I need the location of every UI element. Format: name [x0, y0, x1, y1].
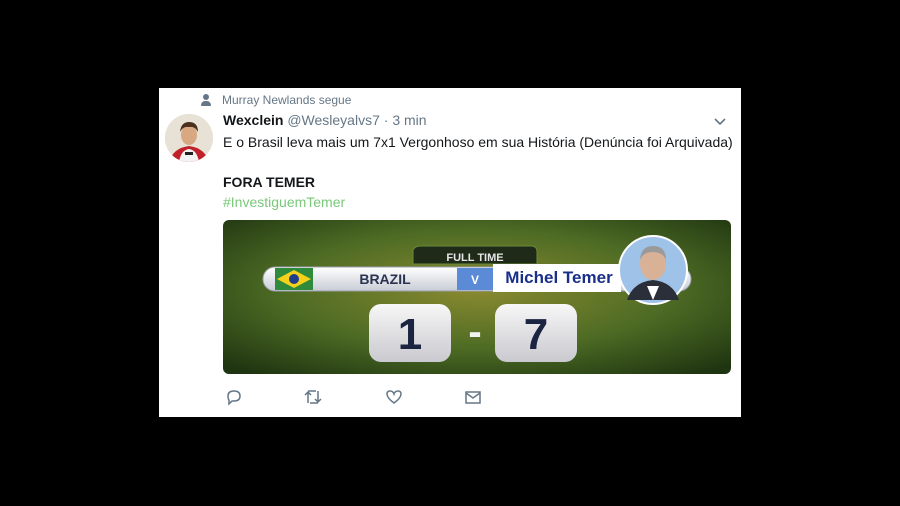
separator-dot: ·: [383, 112, 389, 128]
tweet-text-line: E o Brasil leva mais um 7x1 Vergonhoso e…: [223, 134, 733, 150]
dm-icon[interactable]: [464, 388, 482, 406]
author-name[interactable]: Wexclein: [223, 112, 283, 128]
tweet-card: Murray Newlands segue Wexclein @Wesleyal…: [159, 88, 741, 417]
tweet-timestamp[interactable]: 3 min: [392, 112, 426, 128]
avatar[interactable]: [165, 114, 213, 162]
social-context-text: Murray Newlands segue: [222, 93, 352, 107]
author-handle[interactable]: @Wesleyalvs7: [287, 112, 380, 128]
tweet-header: Wexclein @Wesleyalvs7 · 3 min: [223, 112, 427, 128]
hashtag-link[interactable]: #InvestiguemTemer: [223, 192, 733, 212]
tweet-text-bold: FORA TEMER: [223, 174, 316, 190]
versus-label: V: [471, 273, 479, 287]
person-icon: [201, 94, 211, 106]
tweet-text: E o Brasil leva mais um 7x1 Vergonhoso e…: [223, 132, 733, 212]
score-home-box: 1: [369, 304, 451, 362]
team-away: Michel Temer: [505, 268, 613, 287]
full-time-label: FULL TIME: [446, 252, 503, 264]
score-away: 7: [524, 310, 548, 359]
temer-portrait: [618, 235, 688, 305]
like-icon[interactable]: [385, 388, 403, 406]
team-home: BRAZIL: [359, 271, 411, 287]
score-dash: -: [468, 310, 481, 354]
tweet-image[interactable]: FULL TIME BRAZIL V Michel Temer 1 - 7: [223, 220, 731, 374]
score-home: 1: [398, 310, 422, 359]
social-context: Murray Newlands segue: [201, 92, 351, 108]
reply-icon[interactable]: [225, 388, 243, 406]
full-time-banner: FULL TIME: [412, 245, 538, 265]
chevron-down-icon[interactable]: [713, 114, 727, 128]
score-away-box: 7: [495, 304, 577, 362]
retweet-icon[interactable]: [303, 388, 323, 406]
